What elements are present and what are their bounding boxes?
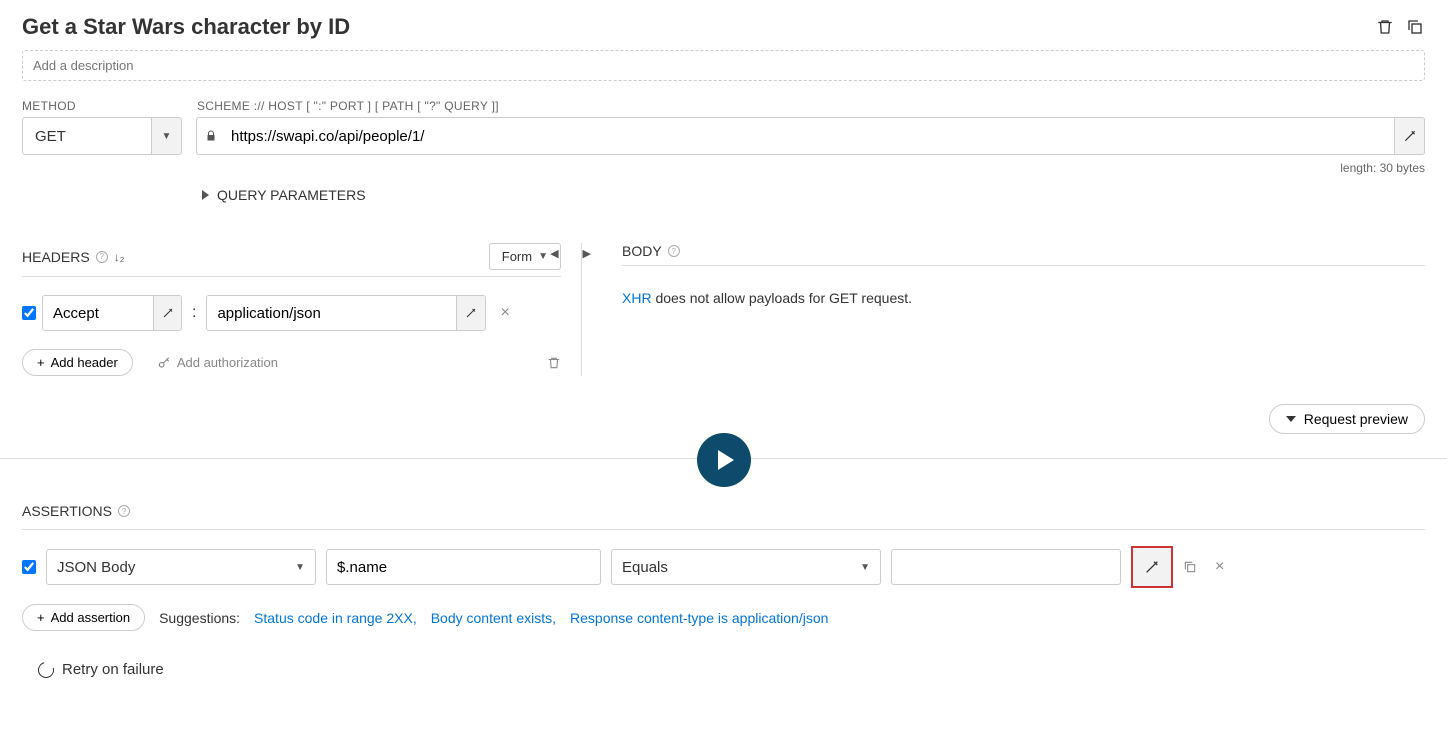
remove-header-icon[interactable]: × <box>500 304 509 322</box>
plus-icon: + <box>37 610 45 625</box>
help-icon[interactable]: ? <box>96 251 108 263</box>
magic-wand-icon <box>1144 559 1160 575</box>
assertion-value-input[interactable] <box>891 549 1121 585</box>
remove-assertion-icon[interactable]: × <box>1215 558 1224 576</box>
suggestions-label: Suggestions: <box>159 610 240 626</box>
copy-icon[interactable] <box>1405 17 1425 37</box>
copy-icon[interactable] <box>1183 560 1197 574</box>
body-text: does not allow payloads for GET request. <box>652 290 912 306</box>
form-toggle-label: Form <box>502 249 532 264</box>
assertion-wand-button[interactable] <box>1131 546 1173 588</box>
trash-icon[interactable] <box>547 356 561 370</box>
assertion-source-value: JSON Body <box>57 559 135 576</box>
colon: : <box>192 304 196 322</box>
body-label: BODY <box>622 243 662 259</box>
assertion-operator-select[interactable]: Equals ▼ <box>611 549 881 585</box>
trash-icon[interactable] <box>1375 17 1395 37</box>
collapse-left-icon[interactable]: ◀ <box>550 247 558 260</box>
key-icon <box>157 356 171 370</box>
suggestion-link[interactable]: Status code in range 2XX, <box>254 610 417 626</box>
assertion-row: JSON Body ▼ Equals ▼ × <box>22 546 1425 588</box>
header-row: : × <box>22 295 561 331</box>
magic-wand-icon[interactable] <box>1394 118 1424 154</box>
run-button[interactable] <box>697 433 751 487</box>
assertion-source-select[interactable]: JSON Body ▼ <box>46 549 316 585</box>
retry-on-failure-toggle[interactable]: Retry on failure <box>38 661 1425 678</box>
assertion-checkbox[interactable] <box>22 560 36 574</box>
add-assertion-button[interactable]: + Add assertion <box>22 604 145 631</box>
help-icon[interactable]: ? <box>668 245 680 257</box>
request-preview-button[interactable]: Request preview <box>1269 404 1425 434</box>
add-assertion-label: Add assertion <box>51 610 131 625</box>
header-value-input[interactable] <box>207 296 455 330</box>
play-icon <box>718 450 734 470</box>
chevron-down-icon: ▼ <box>538 251 548 262</box>
retry-icon <box>35 659 57 681</box>
magic-wand-icon[interactable] <box>153 296 181 330</box>
lock-icon <box>197 118 225 154</box>
headers-label: HEADERS <box>22 249 90 265</box>
assertion-path-input[interactable] <box>326 549 601 585</box>
add-header-label: Add header <box>51 355 118 370</box>
plus-icon: + <box>37 355 45 370</box>
add-authorization-link[interactable]: Add authorization <box>157 355 278 370</box>
url-label: SCHEME :// HOST [ ":" PORT ] [ PATH [ "?… <box>197 99 499 113</box>
suggestion-link[interactable]: Response content-type is application/jso… <box>570 610 828 626</box>
body-message: XHR does not allow payloads for GET requ… <box>622 290 1425 306</box>
header-checkbox[interactable] <box>22 306 36 320</box>
request-preview-label: Request preview <box>1304 411 1408 427</box>
xhr-link[interactable]: XHR <box>622 290 652 306</box>
assertion-operator-value: Equals <box>622 559 668 576</box>
retry-label: Retry on failure <box>62 661 164 678</box>
triangle-right-icon <box>202 190 209 200</box>
description-input[interactable] <box>22 50 1425 81</box>
collapse-right-icon[interactable]: ▶ <box>583 247 591 260</box>
add-header-button[interactable]: + Add header <box>22 349 133 376</box>
add-authorization-label: Add authorization <box>177 355 278 370</box>
header-name-input[interactable] <box>43 296 153 330</box>
suggestion-link[interactable]: Body content exists, <box>431 610 556 626</box>
method-value: GET <box>23 118 151 154</box>
help-icon[interactable]: ? <box>118 505 130 517</box>
page-title: Get a Star Wars character by ID <box>22 14 350 40</box>
method-select[interactable]: GET ▼ <box>22 117 182 155</box>
method-label: METHOD <box>22 99 197 113</box>
sort-icon[interactable]: ↓₂ <box>114 250 125 264</box>
query-parameters-toggle[interactable]: QUERY PARAMETERS <box>202 187 1425 203</box>
triangle-down-icon <box>1286 416 1296 422</box>
assertions-label: ASSERTIONS <box>22 503 112 519</box>
url-input[interactable] <box>225 118 1394 154</box>
chevron-down-icon: ▼ <box>295 562 305 573</box>
chevron-down-icon: ▼ <box>860 562 870 573</box>
query-parameters-label: QUERY PARAMETERS <box>217 187 366 203</box>
magic-wand-icon[interactable] <box>456 296 486 330</box>
chevron-down-icon: ▼ <box>151 118 181 154</box>
length-text: length: 30 bytes <box>22 161 1425 175</box>
